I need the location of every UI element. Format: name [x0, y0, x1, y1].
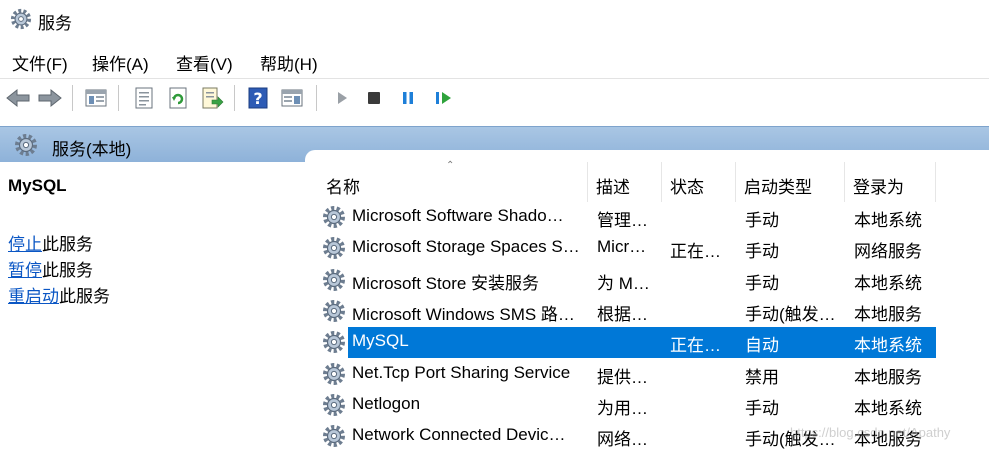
service-gear-icon — [323, 268, 345, 291]
cell-logon-as: 本地服务 — [854, 304, 922, 324]
menu-view[interactable]: 查看(V) — [176, 50, 233, 75]
table-row[interactable]: Microsoft Store 安装服务 为 M… 手动 本地系统 — [318, 265, 936, 296]
cell-startup-type: 自动 — [745, 336, 779, 356]
service-gear-icon — [323, 237, 345, 260]
column-header-logon-as[interactable]: 登录为 — [845, 162, 936, 202]
service-gear-icon — [323, 362, 345, 385]
cell-startup-type: 手动 — [745, 398, 779, 418]
window-title: 服务 — [38, 14, 72, 33]
stop-service-link[interactable]: 停止 — [8, 235, 42, 254]
cell-name: Microsoft Software Shado… — [352, 206, 564, 225]
column-label: 状态 — [670, 178, 704, 197]
service-gear-icon — [323, 299, 345, 322]
refresh-icon[interactable] — [164, 84, 192, 112]
menu-file[interactable]: 文件(F) — [12, 50, 68, 75]
table-row[interactable]: Microsoft Storage Spaces S… Micr… 正在… 手动 网络服… — [318, 233, 936, 264]
action-pause: 暂停此服务 — [8, 256, 93, 281]
cell-name: Microsoft Store 安装服务 — [352, 273, 540, 293]
table-row[interactable]: MySQL 正在… 自动 本地系统 — [318, 327, 936, 359]
menu-bar: 文件(F) 操作(A) 查看(V) 帮助(H) — [0, 44, 989, 76]
toolbar: ? — [0, 78, 989, 116]
services-gear-icon — [15, 134, 37, 156]
table-row[interactable]: Microsoft Windows SMS 路… 根据… 手动(触发… 本地服务 — [318, 296, 936, 327]
help-icon[interactable]: ? — [244, 84, 272, 112]
cell-startup-type: 禁用 — [745, 367, 779, 387]
toolbar-separator — [316, 85, 317, 111]
services-gear-icon — [10, 8, 32, 30]
action-suffix: 此服务 — [42, 235, 93, 254]
toolbar-separator — [118, 85, 119, 111]
properties-icon[interactable] — [130, 84, 158, 112]
cell-logon-as: 本地系统 — [854, 211, 922, 230]
cell-logon-as: 本地服务 — [854, 367, 922, 387]
restart-icon[interactable] — [430, 84, 458, 112]
service-gear-icon — [323, 393, 345, 416]
extended-description-pane: MySQL 停止此服务 暂停此服务 重启动此服务 — [0, 162, 305, 450]
cell-description: 管理… — [597, 211, 648, 230]
menu-action[interactable]: 操作(A) — [92, 50, 149, 75]
forward-arrow-icon[interactable] — [36, 84, 64, 112]
column-header-startup-type[interactable]: 启动类型 — [736, 162, 845, 202]
cell-logon-as: 本地系统 — [854, 398, 922, 418]
watermark: https://blog.csdn.net/Apathy — [790, 425, 951, 440]
cell-logon-as: 网络服务 — [854, 242, 922, 262]
sort-ascending-icon: ⌃ — [446, 160, 455, 171]
cell-status: 正在… — [670, 336, 721, 356]
cell-startup-type: 手动 — [745, 242, 779, 262]
pause-icon[interactable] — [394, 84, 422, 112]
cell-startup-type: 手动 — [745, 273, 779, 293]
cell-startup-type: 手动(触发… — [745, 304, 836, 324]
cell-name: Microsoft Windows SMS 路… — [352, 304, 575, 324]
pause-service-link[interactable]: 暂停 — [8, 261, 42, 280]
cell-logon-as: 本地系统 — [854, 336, 922, 356]
column-header-status[interactable]: 状态 — [662, 162, 736, 202]
cell-description: 为 M… — [597, 273, 650, 293]
table-row[interactable]: Net.Tcp Port Sharing Service 提供… 禁用 本地服务 — [318, 359, 936, 390]
action-suffix: 此服务 — [42, 261, 93, 280]
cell-status: 正在… — [670, 242, 721, 262]
scope-title: 服务(本地) — [52, 140, 132, 159]
action-stop: 停止此服务 — [8, 230, 93, 255]
cell-description: Micr… — [597, 237, 647, 257]
back-arrow-icon[interactable] — [4, 84, 32, 112]
cell-description: 为用… — [597, 398, 648, 418]
toolbar-separator — [72, 85, 73, 111]
cell-name: MySQL — [352, 331, 409, 351]
console-tree-icon[interactable] — [82, 84, 110, 112]
restart-service-link[interactable]: 重启动 — [8, 287, 59, 306]
column-label: 描述 — [596, 178, 630, 197]
cell-description: 网络… — [597, 430, 648, 450]
svg-text:?: ? — [253, 89, 262, 108]
cell-description: 提供… — [597, 367, 648, 387]
table-header: ⌃ 名称 描述 状态 启动类型 登录为 — [318, 160, 989, 202]
action-suffix: 此服务 — [59, 287, 110, 306]
service-gear-icon — [323, 425, 345, 448]
menu-help[interactable]: 帮助(H) — [260, 50, 318, 75]
export-icon[interactable] — [198, 84, 226, 112]
service-gear-icon — [323, 206, 345, 228]
action-restart: 重启动此服务 — [8, 282, 110, 307]
cell-name: Microsoft Storage Spaces S… — [352, 237, 580, 257]
cell-name: Network Connected Devic… — [352, 425, 566, 445]
cell-logon-as: 本地系统 — [854, 273, 922, 293]
stop-icon[interactable] — [360, 84, 388, 112]
service-gear-icon — [323, 331, 345, 354]
cell-description: 根据… — [597, 304, 648, 324]
title-bar: 服务 — [0, 0, 989, 40]
column-header-name[interactable]: ⌃ 名称 — [318, 160, 588, 202]
tab-notch — [305, 150, 989, 162]
play-icon[interactable] — [328, 84, 356, 112]
action-pane-icon[interactable] — [278, 84, 306, 112]
cell-startup-type: 手动 — [745, 211, 779, 230]
table-row[interactable]: Microsoft Software Shado… 管理… 手动 本地系统 — [318, 202, 936, 233]
column-header-description[interactable]: 描述 — [588, 162, 662, 202]
cell-name: Netlogon — [352, 393, 421, 413]
table-row[interactable]: Netlogon 为用… 手动 本地系统 — [318, 390, 936, 421]
toolbar-separator — [234, 85, 235, 111]
selected-service-name: MySQL — [8, 176, 67, 195]
column-label: 启动类型 — [744, 178, 812, 197]
column-label: 名称 — [326, 178, 360, 197]
cell-name: Net.Tcp Port Sharing Service — [352, 362, 571, 382]
column-label: 登录为 — [853, 178, 904, 197]
